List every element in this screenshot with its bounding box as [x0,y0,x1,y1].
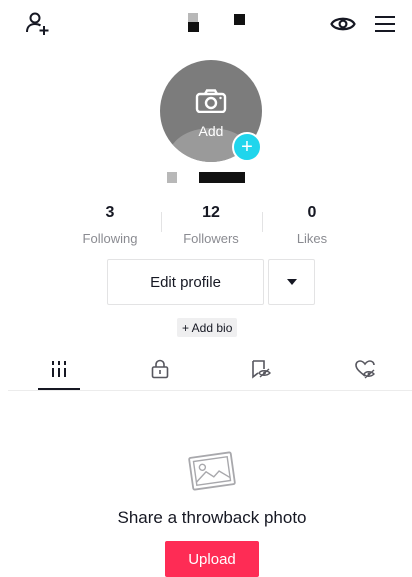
following-count: 3 [105,204,115,221]
followers-count: 12 [202,204,220,221]
eye-icon [330,17,356,31]
profile-views-button[interactable] [328,10,358,38]
username-redaction [188,22,199,32]
following-label: Following [82,231,138,246]
stat-following[interactable]: 3 Following [60,204,160,246]
photo-icon [188,451,236,491]
tab-videos[interactable] [36,355,82,391]
hidden-heart-icon [355,360,375,379]
empty-state-title: Share a throwback photo [117,508,307,527]
add-photo-button[interactable]: + [232,132,262,162]
likes-count: 0 [307,204,317,221]
stat-followers[interactable]: 12 Followers [161,204,261,246]
tab-private[interactable] [137,355,183,391]
caret-down-icon [286,279,297,285]
person-plus-icon [26,12,49,35]
display-name-redaction [199,172,245,183]
lock-icon [151,359,169,379]
username-redaction [234,14,245,25]
add-friend-button[interactable] [24,10,52,38]
add-bio-button[interactable]: + Add bio [177,318,238,337]
likes-label: Likes [296,231,328,246]
menu-button[interactable] [372,10,398,38]
upload-button[interactable]: Upload [165,541,259,577]
tab-liked[interactable] [342,355,388,391]
stat-likes[interactable]: 0 Likes [262,204,362,246]
active-tab-indicator [38,388,80,390]
tab-reposts[interactable] [238,355,284,391]
grid-icon [52,361,66,377]
hamburger-menu-icon [375,16,395,32]
tab-bar-divider [8,390,412,391]
followers-label: Followers [183,231,239,246]
hidden-bookmark-icon [252,360,271,379]
edit-profile-button[interactable]: Edit profile [107,259,264,305]
camera-icon [195,89,227,113]
more-options-button[interactable] [268,259,315,305]
display-name-redaction [167,172,177,183]
